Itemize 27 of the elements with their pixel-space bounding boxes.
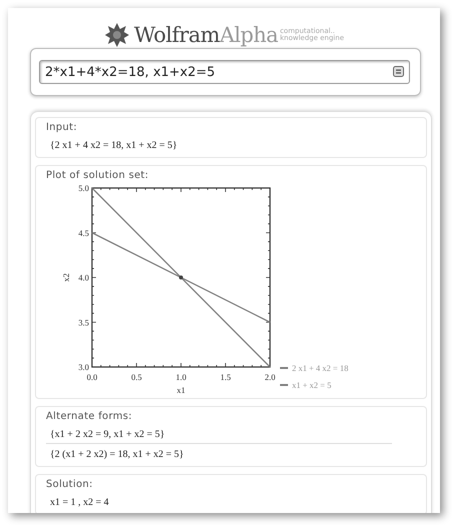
pod-title: Plot of solution set: bbox=[46, 169, 150, 183]
math-result: {2 (x1 + 2 x2) = 18, x1 + x2 = 5} bbox=[46, 443, 392, 463]
math-result: x1 = 1 , x2 = 4 bbox=[49, 496, 110, 510]
star-logo-icon bbox=[104, 22, 130, 48]
tick-label: 1.5 bbox=[220, 372, 231, 382]
tick-label: 4.0 bbox=[78, 272, 89, 282]
pod-title: Input: bbox=[46, 121, 78, 135]
math-result: {2 x1 + 4 x2 = 18, x1 + x2 = 5} bbox=[49, 139, 178, 153]
tick-label: 4.5 bbox=[78, 228, 89, 238]
tick-label: 5.0 bbox=[78, 183, 89, 193]
legend-label: 2 x1 + 4 x2 = 18 bbox=[292, 363, 348, 373]
pod-title: Alternate forms: bbox=[46, 410, 134, 424]
tick-label: 0.0 bbox=[86, 372, 98, 382]
math-result: {x1 + 2 x2 = 9, x1 + x2 = 5} bbox=[49, 428, 166, 442]
tick-label: 3.0 bbox=[78, 362, 89, 372]
tick-label: 1.0 bbox=[176, 372, 186, 382]
tick-label: 0.5 bbox=[131, 372, 142, 382]
intersection-point bbox=[179, 276, 183, 280]
logo-wordmark: WolframAlpha bbox=[134, 24, 278, 46]
keyboard-icon[interactable] bbox=[393, 66, 404, 77]
axis-label: x2 bbox=[61, 273, 71, 282]
axis-label: x1 bbox=[176, 385, 186, 395]
pod-title: Solution: bbox=[46, 478, 94, 492]
tick-label: 2.0 bbox=[264, 372, 276, 382]
tick-label: 3.5 bbox=[78, 317, 89, 328]
legend-label: x1 + x2 = 5 bbox=[292, 380, 332, 390]
query-field[interactable]: 2*x1+4*x2=18, x1+x2=5 bbox=[39, 60, 410, 84]
